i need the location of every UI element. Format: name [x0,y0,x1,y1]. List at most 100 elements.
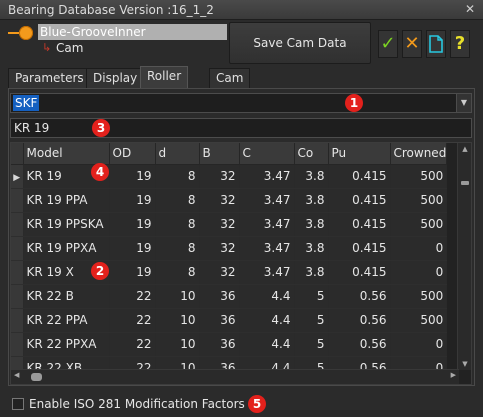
iso-281-checkbox[interactable] [12,398,24,410]
table-cell-model[interactable]: KR 22 B [23,284,110,309]
column-header-crowned[interactable]: Crowned [390,143,448,165]
close-icon[interactable]: ✕ [463,3,477,17]
table-cell-pu[interactable]: 0.415 [328,188,391,213]
chevron-down-icon[interactable]: ▼ [456,94,471,112]
table-cell-d[interactable]: 10 [155,332,200,357]
table-cell-b[interactable]: 32 [199,212,240,237]
horizontal-scroll-thumb[interactable] [31,373,42,381]
table-row[interactable]: KR 19 PPA 19 8 32 3.47 3.8 0.415 500 [11,188,448,213]
table-cell-d[interactable]: 8 [155,164,200,189]
table-cell-crowned[interactable]: 500 [390,212,448,237]
scroll-left-icon[interactable]: ◀ [14,371,19,379]
manufacturer-dropdown[interactable]: SKF ▼ [10,93,472,113]
table-cell-pu[interactable]: 0.56 [328,308,391,333]
table-cell-b[interactable]: 36 [199,284,240,309]
table-cell-co[interactable]: 5 [294,332,329,357]
new-document-icon[interactable] [426,30,446,58]
table-row[interactable]: KR 22 PPXA 22 10 36 4.4 5 0.56 0 [11,332,448,357]
table-cell-pu[interactable]: 0.415 [328,236,391,261]
column-header-c[interactable]: C [239,143,295,165]
table-cell-d[interactable]: 8 [155,260,200,285]
save-cam-data-button[interactable]: Save Cam Data [229,22,371,64]
table-cell-model[interactable]: KR 22 PPA [23,308,110,333]
row-header[interactable] [11,236,24,261]
table-cell-crowned[interactable]: 500 [390,308,448,333]
table-cell-od[interactable]: 22 [109,308,156,333]
table-cell-od[interactable]: 19 [109,260,156,285]
table-cell-c[interactable]: 3.47 [239,260,295,285]
row-header[interactable] [11,260,24,285]
table-cell-co[interactable]: 3.8 [294,212,329,237]
table-row[interactable]: ▶ KR 19 19 8 32 3.47 3.8 0.415 500 [11,164,448,189]
tab-display[interactable]: Display [86,68,145,88]
tab-roller-life[interactable]: Roller Life [140,66,189,101]
table-cell-c[interactable]: 3.47 [239,212,295,237]
table-cell-crowned[interactable]: 0 [390,236,448,261]
column-header-model[interactable]: Model [23,143,110,165]
help-icon[interactable]: ? [450,30,470,58]
table-cell-crowned[interactable]: 500 [390,188,448,213]
checkmark-icon[interactable]: ✓ [378,30,398,58]
model-search-input[interactable]: KR 19 [10,118,472,138]
table-cell-od[interactable]: 22 [109,284,156,309]
table-cell-c[interactable]: 4.4 [239,308,295,333]
table-cell-b[interactable]: 32 [199,236,240,261]
table-row[interactable]: KR 22 PPA 22 10 36 4.4 5 0.56 500 [11,308,448,333]
table-cell-d[interactable]: 10 [155,308,200,333]
table-cell-b[interactable]: 32 [199,164,240,189]
table-cell-c[interactable]: 3.47 [239,188,295,213]
table-cell-co[interactable]: 5 [294,284,329,309]
table-cell-pu[interactable]: 0.415 [328,212,391,237]
row-header[interactable] [11,284,24,309]
table-cell-pu[interactable]: 0.415 [328,164,391,189]
cancel-icon[interactable]: ✕ [402,30,422,58]
row-header[interactable] [11,188,24,213]
table-cell-model[interactable]: KR 19 PPXA [23,236,110,261]
table-cell-co[interactable]: 3.8 [294,236,329,261]
table-cell-pu[interactable]: 0.415 [328,260,391,285]
table-cell-od[interactable]: 19 [109,164,156,189]
table-cell-od[interactable]: 19 [109,236,156,261]
table-cell-c[interactable]: 3.47 [239,236,295,261]
scroll-up-icon[interactable]: ▲ [458,145,471,153]
horizontal-scrollbar[interactable]: ◀ ▶ [11,369,459,384]
table-cell-od[interactable]: 19 [109,212,156,237]
table-row[interactable]: KR 19 PPXA 19 8 32 3.47 3.8 0.415 0 [11,236,448,261]
vertical-scrollbar[interactable]: ▲ ▼ [457,143,471,370]
table-cell-od[interactable]: 19 [109,188,156,213]
table-cell-d[interactable]: 8 [155,188,200,213]
column-header-b[interactable]: B [199,143,240,165]
table-row[interactable]: KR 19 PPSKA 19 8 32 3.47 3.8 0.415 500 [11,212,448,237]
table-cell-co[interactable]: 3.8 [294,188,329,213]
scroll-right-icon[interactable]: ▶ [451,371,456,379]
tree-item-selected[interactable]: Blue-GrooveInner [38,24,227,40]
row-header[interactable]: ▶ [11,164,24,189]
row-header[interactable] [11,308,24,333]
table-cell-crowned[interactable]: 0 [390,332,448,357]
tree-item-child[interactable]: Cam [56,40,83,56]
table-cell-c[interactable]: 4.4 [239,284,295,309]
table-cell-co[interactable]: 3.8 [294,164,329,189]
table-cell-od[interactable]: 22 [109,332,156,357]
table-row[interactable]: KR 19 X 19 8 32 3.47 3.8 0.415 0 [11,260,448,285]
table-cell-model[interactable]: KR 19 PPSKA [23,212,110,237]
table-cell-b[interactable]: 32 [199,260,240,285]
bearing-table[interactable]: Model OD d B C Co Pu Crowned ▶ KR 19 19 8 32… [10,142,472,385]
table-cell-c[interactable]: 3.47 [239,164,295,189]
table-cell-b[interactable]: 36 [199,332,240,357]
vertical-scroll-thumb[interactable] [461,181,469,185]
table-cell-crowned[interactable]: 500 [390,164,448,189]
row-header[interactable] [11,332,24,357]
tab-cam-life[interactable]: Cam Life [209,68,251,103]
row-header[interactable] [11,212,24,237]
tab-parameters[interactable]: Parameters [8,68,91,88]
table-cell-d[interactable]: 8 [155,212,200,237]
column-header-co[interactable]: Co [294,143,329,165]
table-cell-d[interactable]: 10 [155,284,200,309]
tree-view[interactable]: Blue-GrooveInner ↳ Cam [7,22,227,64]
column-header-pu[interactable]: Pu [328,143,391,165]
table-cell-pu[interactable]: 0.56 [328,284,391,309]
table-cell-b[interactable]: 32 [199,188,240,213]
table-cell-co[interactable]: 3.8 [294,260,329,285]
table-cell-c[interactable]: 4.4 [239,332,295,357]
